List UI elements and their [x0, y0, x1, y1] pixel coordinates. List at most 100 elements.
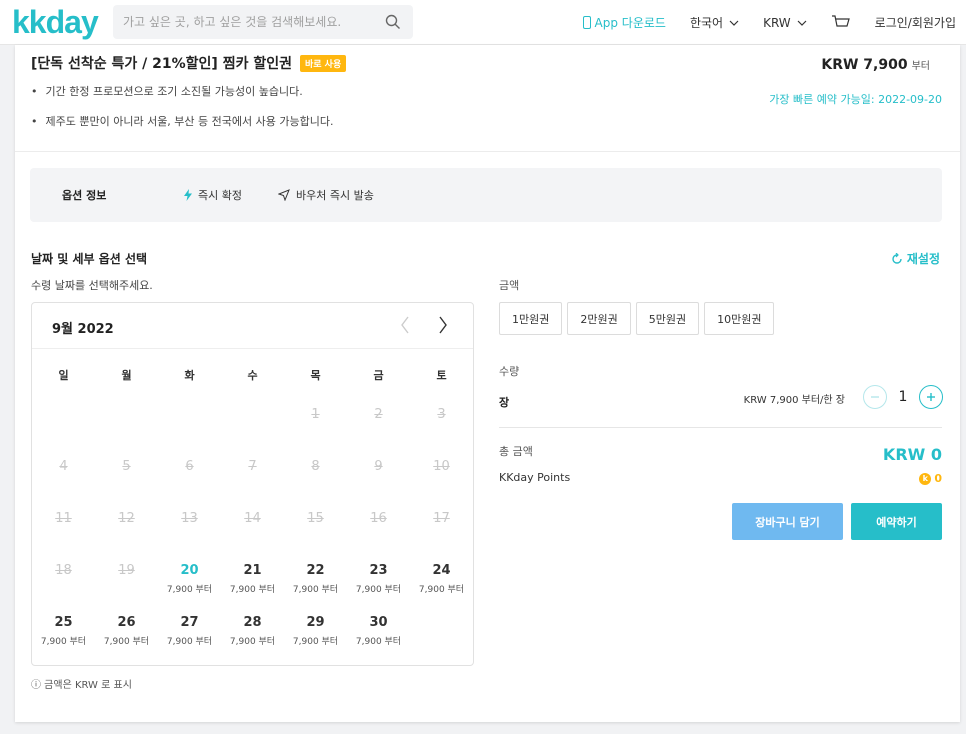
- login-link[interactable]: 로그인/회원가입: [875, 14, 956, 31]
- day-price: 7,900 부터: [103, 637, 150, 647]
- calendar: 9월 2022 일 월 화 수 목 금 토 1 2 3 4 5 6 7 8 9 10 11 12 13 1…: [31, 302, 474, 666]
- calendar-day: 17: [410, 499, 473, 551]
- instant-voucher-feature: 바우처 즉시 발송: [277, 187, 374, 203]
- calendar-grid: 1 2 3 4 5 6 7 8 9 10 11 12 13 14 15 16 17 18 19 20 7,900 부터 2…: [32, 395, 473, 655]
- calendar-day[interactable]: 20 7,900 부터: [158, 551, 221, 603]
- day-number: 1: [311, 407, 320, 422]
- calendar-empty-cell: [32, 395, 95, 447]
- kkday-logo[interactable]: kkday: [12, 5, 99, 39]
- day-number: 4: [59, 459, 68, 474]
- calendar-day: 12: [95, 499, 158, 551]
- calendar-day[interactable]: 21 7,900 부터: [221, 551, 284, 603]
- option-info-box: 옵션 정보 즉시 확정 바우처 즉시 발송: [30, 168, 942, 222]
- calendar-day: 14: [221, 499, 284, 551]
- day-number: 8: [311, 459, 320, 474]
- currency-label: KRW: [763, 15, 791, 30]
- unit-price: KRW 7,900 부터/한 장: [743, 395, 845, 406]
- day-number: 15: [307, 511, 324, 526]
- calendar-day[interactable]: 28 7,900 부터: [221, 603, 284, 655]
- calendar-empty-cell: [95, 395, 158, 447]
- currency-note: ⓘ 금액은 KRW 로 표시: [31, 680, 132, 691]
- voucher-option-10k[interactable]: 1만원권: [499, 302, 563, 335]
- weekday-row: 일 월 화 수 목 금 토: [32, 367, 473, 383]
- calendar-day: 3: [410, 395, 473, 447]
- calendar-day: 10: [410, 447, 473, 499]
- calendar-day[interactable]: 26 7,900 부터: [95, 603, 158, 655]
- amount-label: 금액: [499, 279, 520, 292]
- day-number: 6: [185, 459, 194, 474]
- weekday-label: 토: [436, 369, 447, 382]
- day-number: 26: [117, 615, 136, 630]
- reset-button[interactable]: 재설정: [891, 250, 940, 267]
- search-icon[interactable]: [383, 12, 403, 32]
- instant-confirm-feature: 즉시 확정: [184, 187, 242, 203]
- day-number: 3: [437, 407, 446, 422]
- coin-icon: k: [919, 472, 932, 485]
- calendar-nav: [379, 313, 455, 337]
- quantity-value: 1: [898, 389, 908, 405]
- day-number: 27: [180, 615, 199, 630]
- add-to-cart-button[interactable]: 장바구니 담기: [732, 503, 843, 540]
- lightning-icon: [184, 189, 192, 201]
- day-price: 7,900 부터: [229, 637, 276, 647]
- calendar-day: 9: [347, 447, 410, 499]
- minus-icon: [871, 396, 879, 398]
- day-number: 18: [55, 563, 72, 578]
- calendar-day: 7: [221, 447, 284, 499]
- calendar-day: 11: [32, 499, 95, 551]
- day-number: 29: [306, 615, 325, 630]
- option-info-title: 옵션 정보: [62, 189, 107, 202]
- prev-month-button[interactable]: [393, 313, 417, 337]
- product-highlights: 기간 한정 프로모션으로 조기 소진될 가능성이 높습니다. 제주도 뿐만이 아…: [31, 83, 334, 143]
- points-label: KKday Points: [499, 471, 571, 484]
- next-month-button[interactable]: [431, 313, 455, 337]
- voucher-option-20k[interactable]: 2만원권: [567, 302, 631, 335]
- calendar-day: 8: [284, 447, 347, 499]
- paper-plane-icon: [277, 189, 290, 201]
- day-number: 21: [243, 563, 262, 578]
- calendar-day[interactable]: 30 7,900 부터: [347, 603, 410, 655]
- day-price: 7,900 부터: [229, 585, 276, 595]
- day-number: 10: [433, 459, 450, 474]
- cart-icon[interactable]: [831, 14, 851, 32]
- calendar-day: 5: [95, 447, 158, 499]
- earliest-booking-date: 가장 빠른 예약 가능일: 2022-09-20: [769, 93, 942, 106]
- day-number: 12: [118, 511, 135, 526]
- book-now-button[interactable]: 예약하기: [851, 503, 942, 540]
- weekday-label: 일: [58, 369, 69, 382]
- instant-use-badge: 바로 사용: [299, 54, 347, 72]
- day-number: 17: [433, 511, 450, 526]
- weekday-label: 월: [121, 369, 132, 382]
- day-price: 7,900 부터: [418, 585, 465, 595]
- divider: [15, 151, 960, 152]
- quantity-stepper: 1: [863, 385, 943, 409]
- language-selector[interactable]: 한국어: [690, 14, 739, 31]
- calendar-day[interactable]: 25 7,900 부터: [32, 603, 95, 655]
- unit-label: 장: [499, 396, 510, 409]
- calendar-day[interactable]: 24 7,900 부터: [410, 551, 473, 603]
- day-number: 23: [369, 563, 388, 578]
- voucher-option-100k[interactable]: 10만원권: [704, 302, 775, 335]
- date-hint: 수령 날짜를 선택해주세요.: [31, 279, 153, 292]
- weekday-label: 화: [184, 369, 195, 382]
- calendar-day[interactable]: 23 7,900 부터: [347, 551, 410, 603]
- voucher-option-50k[interactable]: 5만원권: [635, 302, 700, 335]
- app-download-link[interactable]: App 다운로드: [582, 14, 666, 31]
- app-download-label: App 다운로드: [594, 16, 666, 30]
- day-number: 2: [374, 407, 383, 422]
- day-price: 7,900 부터: [40, 637, 87, 647]
- product-price: KRW 7,900 부터: [821, 57, 930, 73]
- currency-selector[interactable]: KRW: [763, 16, 807, 30]
- calendar-day: 18: [32, 551, 95, 603]
- calendar-day[interactable]: 29 7,900 부터: [284, 603, 347, 655]
- search-input[interactable]: [123, 15, 383, 29]
- search-box[interactable]: [113, 5, 413, 39]
- increase-button[interactable]: [919, 385, 943, 409]
- calendar-day[interactable]: 27 7,900 부터: [158, 603, 221, 655]
- calendar-day[interactable]: 22 7,900 부터: [284, 551, 347, 603]
- decrease-button[interactable]: [863, 385, 887, 409]
- voucher-options: 1만원권 2만원권 5만원권 10만원권: [499, 302, 779, 335]
- header-nav: App 다운로드 한국어 KRW 로그인/회원가입: [582, 0, 966, 45]
- day-number: 9: [374, 459, 383, 474]
- weekday-label: 금: [373, 369, 384, 382]
